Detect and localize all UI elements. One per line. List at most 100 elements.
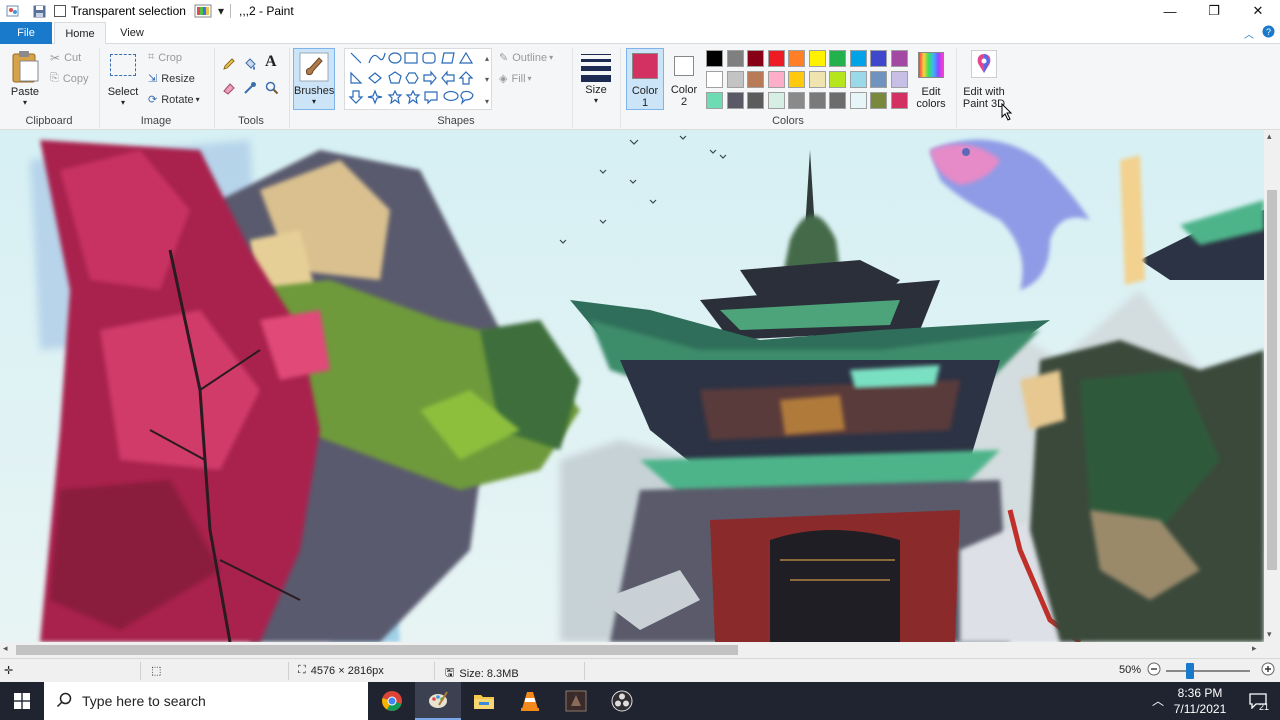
horizontal-scroll-thumb[interactable]: [16, 645, 738, 655]
palette-color-swatch[interactable]: [726, 71, 744, 88]
size-button[interactable]: Size ▾: [578, 48, 614, 110]
color-picker-icon[interactable]: [243, 81, 257, 98]
tab-home[interactable]: Home: [54, 22, 106, 45]
taskbar-paint[interactable]: [415, 682, 461, 720]
palette-color-swatch[interactable]: [767, 50, 785, 67]
tab-file[interactable]: File: [0, 22, 52, 44]
palette-color-swatch[interactable]: [870, 71, 887, 88]
taskbar-search-box[interactable]: Type here to search: [44, 682, 368, 720]
minimize-button[interactable]: —: [1148, 0, 1192, 22]
text-tool-icon[interactable]: A: [265, 53, 277, 71]
color-palette: [706, 50, 910, 112]
copy-button[interactable]: ⎘ Copy: [50, 72, 89, 85]
palette-color-swatch[interactable]: [706, 50, 723, 67]
transparent-selection-checkbox[interactable]: [54, 5, 66, 17]
show-hidden-icons-chevron-icon[interactable]: ︿: [1152, 692, 1164, 709]
magnifier-icon[interactable]: [265, 81, 279, 98]
palette-color-swatch[interactable]: [747, 50, 764, 67]
palette-color-swatch[interactable]: [849, 92, 867, 109]
palette-color-swatch[interactable]: [747, 71, 764, 88]
taskbar-clock[interactable]: 8:36 PM 7/11/2021: [1168, 685, 1232, 717]
tools-group-label: Tools: [238, 115, 264, 127]
start-button[interactable]: [0, 682, 44, 720]
color-picker-quick-icon[interactable]: [194, 4, 212, 18]
vertical-scrollbar[interactable]: ▴ ▾: [1264, 130, 1280, 642]
edit-colors-button[interactable]: Edit colors: [912, 48, 950, 110]
scroll-left-icon[interactable]: ◂: [3, 643, 8, 654]
paint-app-icon[interactable]: [6, 4, 20, 18]
zoom-slider-track[interactable]: [1166, 670, 1250, 672]
palette-color-swatch[interactable]: [890, 71, 908, 88]
obs-icon: [611, 690, 633, 712]
horizontal-scrollbar[interactable]: ◂ ▸: [0, 642, 1264, 658]
crop-button[interactable]: ⌗ Crop: [148, 51, 182, 64]
taskbar-game-app[interactable]: [553, 682, 599, 720]
palette-color-swatch[interactable]: [726, 92, 744, 109]
taskbar-vlc[interactable]: [507, 682, 553, 720]
palette-color-swatch[interactable]: [788, 50, 805, 67]
tab-view[interactable]: View: [108, 22, 156, 44]
palette-color-swatch[interactable]: [829, 71, 846, 88]
shape-fill-button[interactable]: ◈ Fill ▾: [499, 72, 532, 86]
palette-color-swatch[interactable]: [808, 71, 826, 88]
restore-button[interactable]: ❐: [1192, 0, 1236, 22]
scroll-down-icon[interactable]: ▾: [1267, 629, 1272, 640]
palette-color-swatch[interactable]: [706, 71, 723, 88]
palette-color-swatch[interactable]: [726, 50, 744, 67]
color2-button[interactable]: Color 2: [666, 48, 702, 110]
palette-color-swatch[interactable]: [788, 92, 805, 109]
shape-outline-button[interactable]: ✎ Outline ▾: [499, 51, 553, 65]
palette-color-swatch[interactable]: [706, 92, 723, 109]
palette-color-swatch[interactable]: [829, 92, 846, 109]
fill-bucket-icon[interactable]: [243, 57, 257, 74]
edit-with-paint3d-button[interactable]: Edit with Paint 3D: [958, 48, 1010, 110]
cut-button[interactable]: ✂ Cut: [50, 51, 81, 65]
palette-color-swatch[interactable]: [808, 92, 826, 109]
palette-color-swatch[interactable]: [788, 71, 805, 88]
action-center-button[interactable]: 21: [1236, 682, 1280, 720]
zoom-in-button[interactable]: [1261, 662, 1275, 676]
palette-color-swatch[interactable]: [870, 92, 887, 109]
palette-color-swatch[interactable]: [747, 92, 764, 109]
drawing-canvas[interactable]: [0, 130, 1264, 642]
scroll-right-icon[interactable]: ▸: [1252, 643, 1257, 654]
color1-button[interactable]: Color 1: [626, 48, 664, 110]
close-button[interactable]: ✕: [1236, 0, 1280, 22]
color1-number: 1: [641, 97, 649, 109]
scissors-icon: ✂: [50, 51, 61, 65]
customize-qa-dropdown-icon[interactable]: ▾: [218, 4, 224, 18]
pencil-icon[interactable]: [222, 57, 236, 74]
zoom-slider-thumb[interactable]: [1186, 663, 1194, 679]
palette-color-swatch[interactable]: [808, 50, 826, 67]
shapes-gallery[interactable]: ▴ ▾ ▾: [344, 48, 492, 110]
palette-color-swatch[interactable]: [767, 92, 785, 109]
eraser-icon[interactable]: [222, 81, 236, 98]
palette-color-swatch[interactable]: [890, 50, 908, 67]
palette-color-swatch[interactable]: [767, 71, 785, 88]
taskbar-obs[interactable]: [599, 682, 645, 720]
fill-label: Fill: [511, 72, 526, 85]
resize-icon: ⇲: [148, 73, 158, 85]
brushes-button[interactable]: Brushes ▾: [293, 48, 335, 110]
paste-button[interactable]: Paste ▾: [6, 48, 44, 108]
transparent-selection-label: Transparent selection: [71, 4, 186, 18]
help-icon[interactable]: ?: [1262, 25, 1275, 41]
file-size-text: Size: 8.3MB: [459, 667, 519, 680]
taskbar-file-explorer[interactable]: [461, 682, 507, 720]
zoom-out-button[interactable]: [1147, 662, 1161, 676]
scroll-up-icon[interactable]: ▴: [1267, 131, 1272, 142]
save-icon[interactable]: [32, 4, 46, 18]
palette-color-swatch[interactable]: [849, 71, 867, 88]
resize-button[interactable]: ⇲ Resize: [148, 72, 195, 86]
status-divider: [434, 662, 435, 680]
rotate-button[interactable]: ⟳ Rotate ▾: [148, 93, 200, 107]
vertical-scroll-thumb[interactable]: [1267, 190, 1277, 570]
collapse-ribbon-icon[interactable]: ︿: [1244, 26, 1254, 41]
select-button[interactable]: Select ▾: [104, 48, 142, 108]
palette-color-swatch[interactable]: [890, 92, 908, 109]
palette-color-swatch[interactable]: [870, 50, 887, 67]
palette-color-swatch[interactable]: [829, 50, 846, 67]
taskbar-chrome[interactable]: [369, 682, 415, 720]
palette-color-swatch[interactable]: [849, 50, 867, 67]
rotate-label: Rotate: [161, 93, 194, 106]
